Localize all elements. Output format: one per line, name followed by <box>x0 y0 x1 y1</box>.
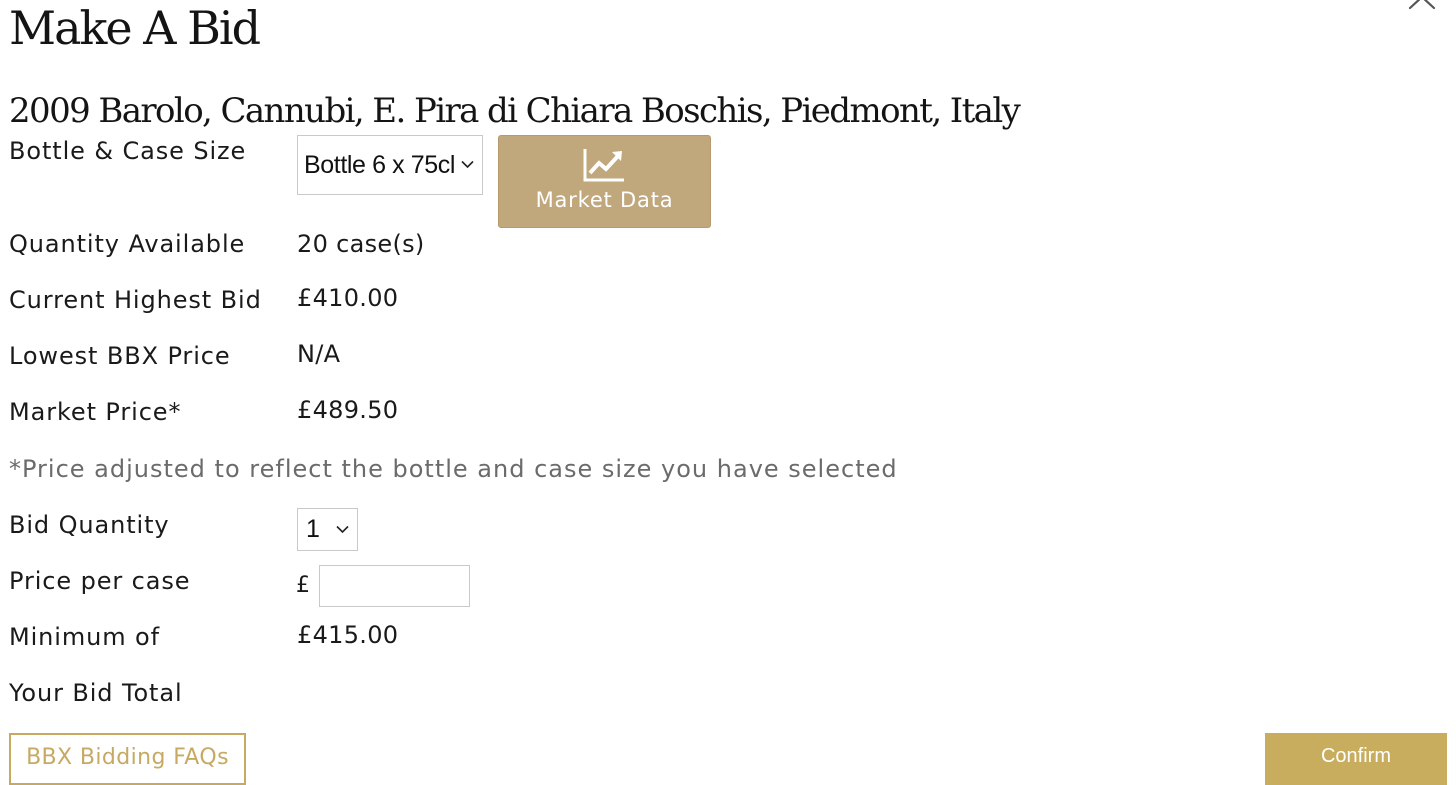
line-chart-icon <box>583 149 624 182</box>
modal-title: Make A Bid <box>9 1 261 55</box>
quantity-available-value: 20 case(s) <box>297 230 425 258</box>
price-adjustment-note: *Price adjusted to reflect the bottle an… <box>9 455 898 483</box>
currency-symbol: £ <box>296 573 310 598</box>
minimum-label: Minimum of <box>9 623 160 651</box>
lowest-bbx-price-value: N/A <box>297 340 341 368</box>
market-price-value: £489.50 <box>297 396 399 424</box>
wine-name: 2009 Barolo, Cannubi, E. Pira di Chiara … <box>9 91 1021 131</box>
chevron-down-icon <box>461 160 474 169</box>
bid-quantity-label: Bid Quantity <box>9 511 170 539</box>
close-button[interactable] <box>1404 0 1440 12</box>
bid-quantity-select[interactable]: 1 <box>297 508 358 551</box>
bid-quantity-value: 1 <box>306 515 320 543</box>
price-per-case-label: Price per case <box>9 567 191 595</box>
size-select-value: Bottle 6 x 75cl <box>304 150 456 179</box>
bid-total-label: Your Bid Total <box>9 679 183 707</box>
bidding-faqs-button[interactable]: BBX Bidding FAQs <box>9 733 246 785</box>
market-price-label: Market Price* <box>9 398 182 426</box>
quantity-available-label: Quantity Available <box>9 230 246 258</box>
lowest-bbx-price-label: Lowest BBX Price <box>9 342 231 370</box>
current-highest-bid-label: Current Highest Bid <box>9 286 262 314</box>
size-select[interactable]: Bottle 6 x 75cl <box>297 135 483 195</box>
confirm-button[interactable]: Confirm <box>1265 733 1447 785</box>
size-label: Bottle & Case Size <box>9 137 247 165</box>
price-per-case-input[interactable] <box>319 565 470 607</box>
market-data-label: Market Data <box>535 188 674 212</box>
market-data-button[interactable]: Market Data <box>498 135 711 228</box>
chevron-down-icon <box>336 525 349 533</box>
current-highest-bid-value: £410.00 <box>297 284 399 312</box>
close-icon <box>1408 0 1436 10</box>
minimum-value: £415.00 <box>297 621 399 649</box>
